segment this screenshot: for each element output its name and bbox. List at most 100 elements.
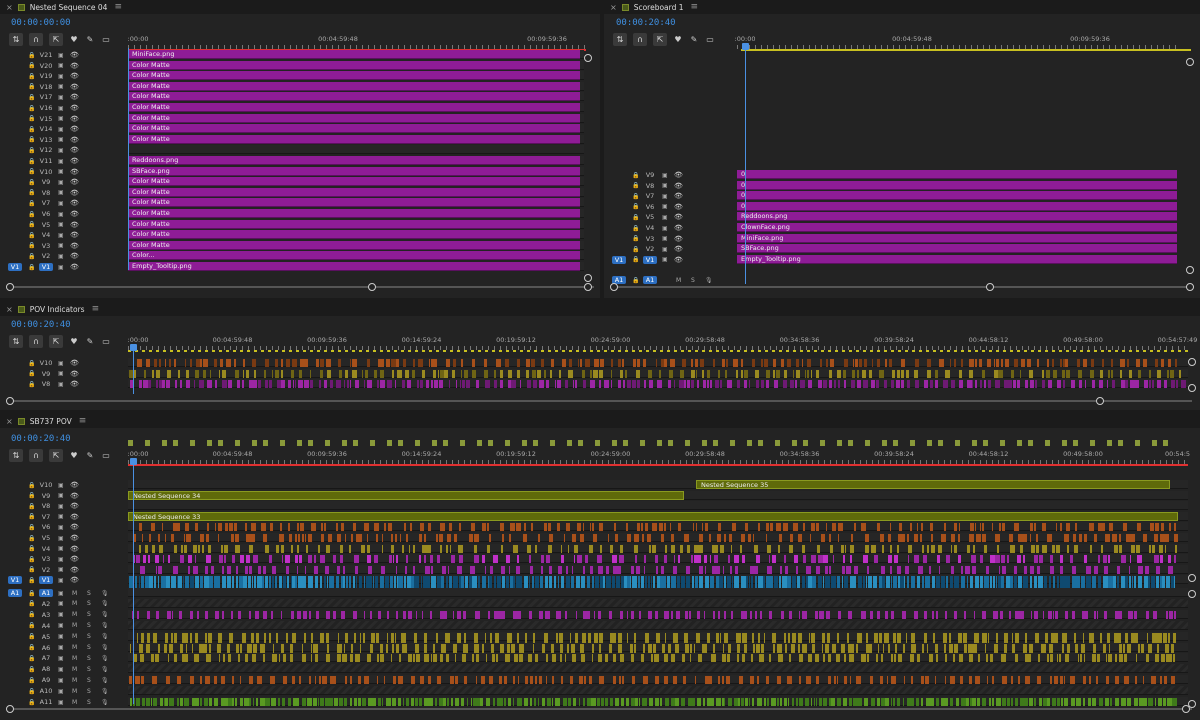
scroll-handle[interactable] (6, 705, 14, 713)
clip-reddoons-png[interactable]: Reddoons.pngfx (737, 212, 1177, 222)
lock-icon[interactable]: 🔒 (28, 622, 35, 629)
clip-strip[interactable] (128, 380, 1186, 389)
mic-icon[interactable]: 🎙 (101, 655, 109, 662)
solo-button[interactable]: S (87, 688, 91, 695)
horizontal-scrollbar[interactable] (6, 283, 594, 291)
clip-empty-tooltip-png[interactable]: Empty_Tooltip.pngfx (737, 254, 1177, 264)
track-name-a9[interactable]: A9 (39, 676, 53, 684)
sync-lock-icon[interactable]: ▣ (58, 115, 64, 122)
scroll-handle[interactable] (6, 283, 14, 291)
clip-0[interactable]: 0fxfx9fx7fx5 (737, 180, 1177, 190)
snap-icon[interactable]: ∩ (29, 449, 43, 462)
track-lane[interactable] (128, 686, 1188, 696)
horizontal-scrollbar[interactable] (6, 705, 1192, 713)
eye-icon[interactable]: 👁 (70, 189, 79, 197)
close-icon[interactable]: × (6, 417, 13, 426)
clip-0[interactable]: 0fxfx5fx12 (737, 191, 1177, 201)
marker[interactable] (803, 440, 808, 446)
solo-button[interactable]: S (87, 622, 91, 629)
lock-icon[interactable]: 🔒 (632, 193, 639, 200)
marker[interactable] (865, 440, 870, 446)
sync-lock-icon[interactable]: ▣ (58, 200, 64, 207)
scroll-handle[interactable] (1186, 283, 1194, 291)
marker[interactable] (567, 440, 572, 446)
clip-strip[interactable] (128, 610, 1178, 619)
eye-icon[interactable]: 👁 (70, 370, 79, 378)
source-patch-v1[interactable]: V1 (8, 263, 22, 271)
lock-icon[interactable]: 🔒 (28, 168, 35, 175)
sync-lock-icon[interactable]: ▣ (58, 105, 64, 112)
track-name-v10[interactable]: V10 (39, 168, 53, 176)
sync-lock-icon[interactable]: ▣ (662, 203, 668, 210)
marker[interactable] (578, 440, 583, 446)
eye-icon[interactable]: 👁 (70, 252, 79, 260)
lock-icon[interactable]: 🔒 (28, 52, 35, 59)
track-lane[interactable] (128, 620, 1188, 630)
clip-color-matte[interactable]: Color Mattefx (128, 71, 580, 81)
marker[interactable] (972, 440, 977, 446)
marker[interactable] (488, 440, 493, 446)
clip-empty-tooltip-png[interactable]: Empty_Tooltip.pngfx (128, 262, 580, 271)
marker[interactable] (595, 440, 600, 446)
work-area-bar[interactable] (128, 464, 1188, 466)
marker[interactable] (1118, 440, 1123, 446)
captions-icon[interactable]: ▭ (101, 337, 111, 346)
marker[interactable] (1017, 440, 1022, 446)
mute-button[interactable]: M (72, 644, 77, 651)
linked-selection-icon[interactable]: ⇱ (49, 449, 63, 462)
captions-icon[interactable]: ▭ (705, 35, 715, 44)
marker[interactable] (460, 440, 465, 446)
clip-color-matte[interactable]: Color Mattefx (128, 60, 580, 70)
lock-icon[interactable]: 🔒 (28, 73, 35, 80)
clip-color-matte[interactable]: Color Mattefx (128, 103, 580, 112)
marker[interactable] (325, 440, 330, 446)
lock-icon[interactable]: 🔒 (28, 611, 35, 618)
eye-icon[interactable]: 👁 (70, 523, 79, 531)
eye-icon[interactable]: 👁 (70, 146, 79, 154)
mic-icon[interactable]: 🎙 (101, 633, 109, 640)
scroll-handle[interactable] (1182, 705, 1190, 713)
track-name-v9[interactable]: V9 (643, 171, 657, 179)
work-area-bar[interactable] (128, 350, 1188, 352)
work-area-bar[interactable] (741, 49, 1191, 51)
track-name-v4[interactable]: V4 (643, 224, 657, 232)
track-name-a3[interactable]: A3 (39, 611, 53, 619)
track-name-v5[interactable]: V5 (39, 221, 53, 229)
track-name-v2[interactable]: V2 (39, 252, 53, 260)
marker[interactable] (893, 440, 898, 446)
eye-icon[interactable]: 👁 (70, 83, 79, 91)
sync-lock-icon[interactable]: ▣ (58, 655, 64, 662)
sync-lock-icon[interactable]: ▣ (662, 182, 668, 189)
lock-icon[interactable]: 🔒 (28, 242, 35, 249)
lock-icon[interactable]: 🔒 (28, 644, 35, 651)
track-name-v5[interactable]: V5 (39, 534, 53, 542)
marker[interactable] (263, 440, 268, 446)
mute-button[interactable]: M (72, 590, 77, 597)
track-name-v13[interactable]: V13 (39, 136, 53, 144)
mute-button[interactable]: M (72, 666, 77, 673)
track-name-v16[interactable]: V16 (39, 104, 53, 112)
track-name-v3[interactable]: V3 (643, 235, 657, 243)
marker[interactable] (280, 440, 285, 446)
sync-lock-icon[interactable]: ▣ (662, 246, 668, 253)
mute-button[interactable]: M (72, 600, 77, 607)
mic-icon[interactable]: 🎙 (101, 611, 109, 618)
track-name-v8[interactable]: V8 (39, 380, 53, 388)
marker[interactable] (623, 440, 628, 446)
sync-lock-icon[interactable]: ▣ (58, 513, 64, 520)
clip-miniface-png[interactable]: MiniFace.pngfx (737, 233, 1177, 243)
marker[interactable] (657, 440, 662, 446)
lock-icon[interactable]: 🔒 (28, 105, 35, 112)
clip-strip[interactable] (128, 369, 1186, 378)
track-name-v15[interactable]: V15 (39, 115, 53, 123)
eye-icon[interactable]: 👁 (70, 125, 79, 133)
track-lane[interactable] (128, 588, 1188, 597)
lock-icon[interactable]: 🔒 (28, 189, 35, 196)
marker[interactable] (128, 440, 133, 446)
sync-lock-icon[interactable]: ▣ (58, 556, 64, 563)
sync-lock-icon[interactable]: ▣ (58, 590, 64, 597)
panel-menu-icon[interactable]: ≡ (92, 304, 100, 314)
track-name-v1[interactable]: V1 (39, 263, 53, 271)
clip-color-matte[interactable]: Color MattefxfxColor Matte (128, 124, 580, 134)
sync-lock-icon[interactable]: ▣ (662, 225, 668, 232)
